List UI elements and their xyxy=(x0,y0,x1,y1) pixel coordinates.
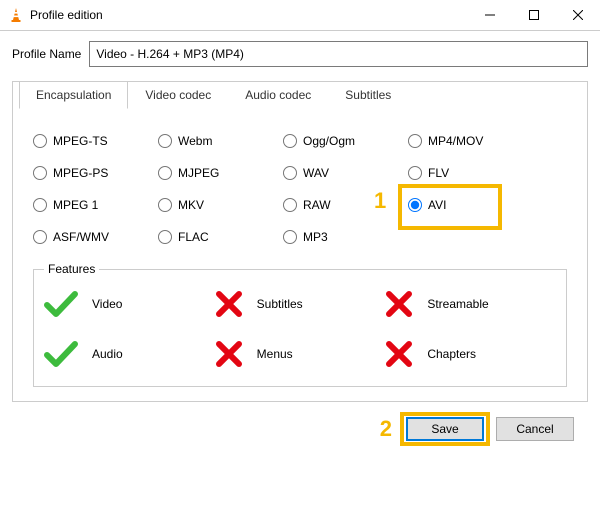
radio-mpeg-ps-input[interactable] xyxy=(33,166,47,180)
feature-label: Subtitles xyxy=(257,297,303,311)
radio-label: MKV xyxy=(178,198,204,212)
feature-label: Streamable xyxy=(427,297,488,311)
tab-content-encapsulation: MPEG-TS Webm Ogg/Ogm MP4/MOV MPEG-P xyxy=(13,110,587,401)
radio-mp3-input[interactable] xyxy=(283,230,297,244)
radio-raw-input[interactable] xyxy=(283,198,297,212)
radio-label: FLV xyxy=(428,166,449,180)
window-title: Profile edition xyxy=(30,8,468,22)
save-button-wrap: Save xyxy=(406,417,484,441)
radio-raw[interactable]: RAW xyxy=(283,198,408,212)
radio-mkv[interactable]: MKV xyxy=(158,198,283,212)
minimize-button[interactable] xyxy=(468,0,512,30)
radio-mp4[interactable]: MP4/MOV xyxy=(408,134,567,148)
features-group: Features Video Subtitles xyxy=(33,262,567,387)
radio-ogg[interactable]: Ogg/Ogm xyxy=(283,134,408,148)
feature-label: Video xyxy=(92,297,122,311)
radio-label: MPEG 1 xyxy=(53,198,98,212)
radio-label: MP4/MOV xyxy=(428,134,483,148)
save-button[interactable]: Save xyxy=(406,417,484,441)
feature-subtitles: Subtitles xyxy=(215,290,386,318)
radio-asf-input[interactable] xyxy=(33,230,47,244)
radio-label: RAW xyxy=(303,198,331,212)
radio-mpeg1-input[interactable] xyxy=(33,198,47,212)
tab-video-codec[interactable]: Video codec xyxy=(128,81,228,109)
radio-mp3[interactable]: MP3 xyxy=(283,230,408,244)
radio-flv[interactable]: FLV xyxy=(408,166,567,180)
annotation-number-2: 2 xyxy=(380,416,392,442)
radio-mpeg-ps[interactable]: MPEG-PS xyxy=(33,166,158,180)
radio-label: FLAC xyxy=(178,230,209,244)
radio-webm-input[interactable] xyxy=(158,134,172,148)
tab-strip: Encapsulation Video codec Audio codec Su… xyxy=(13,81,587,109)
maximize-button[interactable] xyxy=(512,0,556,30)
feature-label: Menus xyxy=(257,347,293,361)
radio-mjpeg[interactable]: MJPEG xyxy=(158,166,283,180)
radio-flv-input[interactable] xyxy=(408,166,422,180)
feature-audio: Audio xyxy=(44,340,215,368)
profile-name-input[interactable] xyxy=(89,41,588,67)
radio-avi[interactable]: AVI 1 xyxy=(408,198,567,212)
feature-menus: Menus xyxy=(215,340,386,368)
radio-label: MPEG-PS xyxy=(53,166,108,180)
vlc-cone-icon xyxy=(8,7,24,23)
tabs-container: Encapsulation Video codec Audio codec Su… xyxy=(12,81,588,402)
radio-label: Ogg/Ogm xyxy=(303,134,355,148)
radio-label: MPEG-TS xyxy=(53,134,108,148)
radio-wav[interactable]: WAV xyxy=(283,166,408,180)
cross-icon xyxy=(385,290,413,318)
features-grid: Video Subtitles Streamable xyxy=(44,290,556,368)
radio-mpeg-ts-input[interactable] xyxy=(33,134,47,148)
radio-flac[interactable]: FLAC xyxy=(158,230,283,244)
radio-mkv-input[interactable] xyxy=(158,198,172,212)
radio-mjpeg-input[interactable] xyxy=(158,166,172,180)
tab-subtitles[interactable]: Subtitles xyxy=(328,81,408,109)
radio-label: AVI xyxy=(428,198,446,212)
tab-encapsulation[interactable]: Encapsulation xyxy=(19,81,128,109)
radio-mpeg1[interactable]: MPEG 1 xyxy=(33,198,158,212)
close-button[interactable] xyxy=(556,0,600,30)
check-icon xyxy=(44,340,78,368)
check-icon xyxy=(44,290,78,318)
radio-mpeg-ts[interactable]: MPEG-TS xyxy=(33,134,158,148)
radio-flac-input[interactable] xyxy=(158,230,172,244)
feature-streamable: Streamable xyxy=(385,290,556,318)
cross-icon xyxy=(215,340,243,368)
features-legend: Features xyxy=(44,262,99,276)
radio-ogg-input[interactable] xyxy=(283,134,297,148)
encapsulation-radio-grid: MPEG-TS Webm Ogg/Ogm MP4/MOV MPEG-P xyxy=(33,134,567,244)
radio-label: MJPEG xyxy=(178,166,219,180)
radio-wav-input[interactable] xyxy=(283,166,297,180)
radio-label: Webm xyxy=(178,134,212,148)
feature-label: Audio xyxy=(92,347,123,361)
radio-mp4-input[interactable] xyxy=(408,134,422,148)
radio-webm[interactable]: Webm xyxy=(158,134,283,148)
titlebar: Profile edition xyxy=(0,0,600,31)
radio-avi-input[interactable] xyxy=(408,198,422,212)
feature-label: Chapters xyxy=(427,347,476,361)
feature-chapters: Chapters xyxy=(385,340,556,368)
window-controls xyxy=(468,0,600,30)
profile-name-row: Profile Name xyxy=(12,41,588,67)
dialog-button-row: 2 Save Cancel xyxy=(12,402,588,442)
radio-asf[interactable]: ASF/WMV xyxy=(33,230,158,244)
radio-label: MP3 xyxy=(303,230,328,244)
feature-video: Video xyxy=(44,290,215,318)
tab-audio-codec[interactable]: Audio codec xyxy=(228,81,328,109)
radio-label: ASF/WMV xyxy=(53,230,109,244)
profile-name-label: Profile Name xyxy=(12,47,81,61)
cross-icon xyxy=(215,290,243,318)
cancel-button[interactable]: Cancel xyxy=(496,417,574,441)
cross-icon xyxy=(385,340,413,368)
radio-label: WAV xyxy=(303,166,329,180)
